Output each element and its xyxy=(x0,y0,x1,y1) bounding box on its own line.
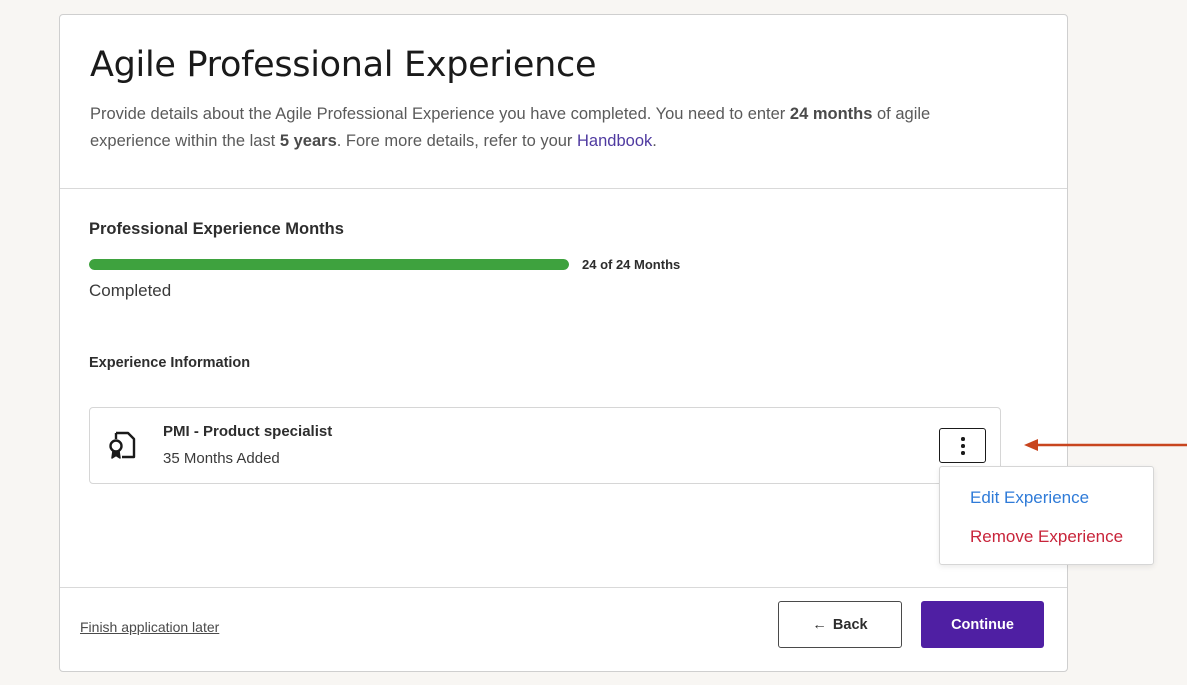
remove-experience-menu-item[interactable]: Remove Experience xyxy=(970,527,1123,547)
annotation-arrow-icon xyxy=(1024,439,1187,451)
finish-later-link[interactable]: Finish application later xyxy=(80,619,219,635)
footer-bar: Finish application later ← Back Continue xyxy=(60,587,1067,673)
experience-section-title: Experience Information xyxy=(89,355,251,371)
experience-item: PMI - Product specialist 35 Months Added xyxy=(89,407,1001,484)
kebab-dot xyxy=(961,437,965,441)
progress-status: Completed xyxy=(89,281,172,300)
arrow-left-icon: ← xyxy=(812,616,827,633)
continue-button[interactable]: Continue xyxy=(921,601,1044,648)
page-header: Agile Professional Experience Provide de… xyxy=(60,15,1067,189)
page-title: Agile Professional Experience xyxy=(90,45,597,85)
more-options-button[interactable] xyxy=(939,428,986,463)
kebab-dot xyxy=(961,451,965,455)
handbook-link[interactable]: Handbook xyxy=(577,132,652,150)
certificate-icon xyxy=(108,430,136,460)
back-button[interactable]: ← Back xyxy=(778,601,902,648)
application-card: Agile Professional Experience Provide de… xyxy=(59,14,1068,672)
page-description: Provide details about the Agile Professi… xyxy=(90,105,931,150)
experience-name: PMI - Product specialist xyxy=(163,423,333,440)
edit-experience-menu-item[interactable]: Edit Experience xyxy=(970,488,1089,508)
progress-section-title: Professional Experience Months xyxy=(89,220,344,238)
progress-bar-fill xyxy=(89,259,569,270)
progress-label: 24 of 24 Months xyxy=(582,257,681,272)
kebab-dot xyxy=(961,444,965,448)
options-menu: Edit Experience Remove Experience xyxy=(939,466,1154,565)
progress-bar xyxy=(89,259,569,270)
experience-months: 35 Months Added xyxy=(163,450,280,467)
